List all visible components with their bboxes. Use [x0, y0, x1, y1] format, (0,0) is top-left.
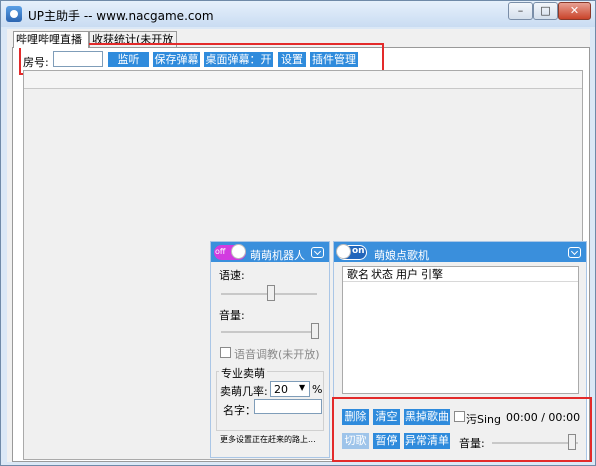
dropdown-arrow-icon: ▼ [299, 383, 306, 392]
speed-slider-thumb[interactable] [267, 285, 275, 301]
maximize-button[interactable]: □ [533, 2, 558, 20]
rate-unit: % [312, 383, 323, 396]
more-settings-text: 更多设置正在赶来的路上... [220, 435, 316, 444]
robot-volume-slider-track [221, 331, 317, 333]
column-song-name[interactable]: 歌名 [347, 268, 369, 282]
robot-volume-slider-thumb[interactable] [311, 323, 319, 339]
column-engine[interactable]: 引擎 [421, 268, 443, 282]
chevron-down-icon[interactable] [568, 247, 581, 258]
song-toggle-label: on [352, 246, 365, 256]
window-title: UP主助手 -- www.nacgame.com [28, 9, 214, 23]
minimize-button[interactable]: – [508, 2, 533, 20]
song-list[interactable] [342, 266, 579, 394]
voice-train-label: 语音调教(未开放) [234, 348, 320, 361]
robot-toggle-knob [231, 244, 246, 259]
column-user[interactable]: 用户 [396, 268, 418, 282]
voice-train-checkbox[interactable] [220, 347, 231, 358]
robot-volume-label: 音量: [219, 309, 245, 322]
song-toggle-knob [336, 244, 351, 259]
rate-label: 卖萌几率: [220, 385, 268, 398]
name-input[interactable] [254, 399, 322, 414]
rate-select[interactable]: 20 ▼ [270, 381, 310, 397]
name-label: 名字： [223, 404, 256, 417]
robot-toggle-label: off [215, 247, 226, 256]
pro-label: 专业卖萌 [219, 365, 267, 381]
chevron-down-icon[interactable] [311, 247, 324, 258]
song-panel-header [334, 242, 586, 262]
column-status[interactable]: 状态 [371, 268, 393, 282]
danmaku-header [24, 71, 582, 89]
robot-title: 萌萌机器人 [250, 249, 305, 262]
controls-highlight [332, 397, 592, 462]
song-title: 萌娘点歌机 [374, 249, 429, 262]
app-icon [6, 6, 22, 22]
rate-value: 20 [274, 383, 288, 396]
speed-label: 语速: [219, 269, 245, 282]
close-button[interactable]: ✕ [558, 2, 591, 20]
tab-bilibili-live[interactable]: 哔哩哔哩直播 [13, 31, 89, 48]
